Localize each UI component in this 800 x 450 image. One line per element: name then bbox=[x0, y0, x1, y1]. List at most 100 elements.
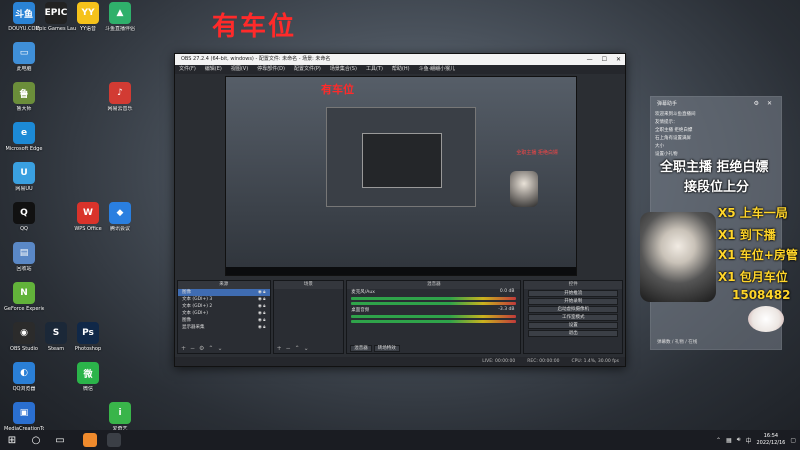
desktop-icon[interactable]: S Steam bbox=[36, 322, 76, 366]
visibility-eye-icon[interactable]: ◉ 🔒︎ bbox=[258, 289, 266, 296]
preview-banner: 有车位 bbox=[321, 83, 354, 96]
obs-menu-item[interactable]: 斗鱼·翩翩小猴儿 bbox=[419, 65, 456, 74]
visibility-eye-icon[interactable]: ◉ 🔒︎ bbox=[258, 296, 266, 303]
preview-avatar bbox=[510, 171, 538, 207]
desktop-icon-label: GeForce Experience bbox=[4, 306, 44, 312]
desktop-icon-label: 微信 bbox=[82, 386, 93, 392]
tab-transitions[interactable]: 转场特效 bbox=[373, 345, 400, 352]
scene-item[interactable]: 文本 (GDI+) ◉ 🔒︎ bbox=[178, 310, 270, 317]
audio-meter bbox=[351, 297, 517, 300]
visibility-eye-icon[interactable]: ◉ 🔒︎ bbox=[258, 317, 266, 324]
promo-line: X1 包月车位 bbox=[718, 270, 788, 284]
desktop-icon-glyph: e bbox=[13, 122, 35, 144]
desktop-icon-label: QQ bbox=[20, 226, 28, 232]
scene-item[interactable]: 图像 ◉ 🔒︎ bbox=[178, 317, 270, 324]
controls-dock: 控件 开始推流 开始录制 启动虚拟摄像机 工作室模式 设置 退出 bbox=[523, 280, 623, 354]
control-button[interactable]: 启动虚拟摄像机 bbox=[528, 306, 618, 313]
visibility-eye-icon[interactable]: ◉ 🔒︎ bbox=[258, 303, 266, 310]
desktop-icon[interactable]: ◆ 腾讯会议 bbox=[100, 202, 140, 246]
scene-item[interactable]: 文本 (GDI+) 2 ◉ 🔒︎ bbox=[178, 303, 270, 310]
sources-dock-controls[interactable]: +−⌃⌄ bbox=[277, 345, 313, 352]
tray-up-arrow-icon[interactable]: ⌃ bbox=[716, 437, 721, 444]
desktop-icon-label: 此电脑 bbox=[16, 66, 32, 72]
douyu-app-icon[interactable] bbox=[83, 433, 97, 447]
close-icon[interactable]: ✕ bbox=[616, 54, 621, 65]
minimize-icon[interactable]: — bbox=[587, 54, 593, 65]
desktop-icon[interactable]: 微微信 bbox=[68, 362, 108, 406]
desktop-icon[interactable]: 鲁鲁大师 bbox=[4, 82, 44, 126]
notification-icon[interactable]: ▢ bbox=[790, 437, 796, 444]
search-button[interactable]: ○ bbox=[24, 430, 48, 450]
desktop-icon-glyph: ◆ bbox=[109, 202, 131, 224]
obs-menu-item[interactable]: 文件(F) bbox=[179, 65, 196, 74]
clock[interactable]: 16:54 2022/12/16 bbox=[757, 433, 786, 447]
desktop-icon-label: 腾讯会议 bbox=[109, 226, 130, 232]
scene-item-name: 图像 bbox=[182, 318, 191, 323]
ime-indicator[interactable]: 中 bbox=[745, 436, 751, 445]
system-tray: ⌃ ▦ 🔊︎ 中 16:54 2022/12/16 ▢ bbox=[716, 430, 796, 450]
obs-title-text: OBS 27.2.4 (64-bit, windows) - 配置文件: 未命名… bbox=[181, 56, 331, 62]
chat-header-icons[interactable]: ⚙ ✕ bbox=[754, 97, 775, 111]
promo-line: 全职主播 拒绝白嫖 bbox=[660, 160, 769, 175]
visibility-eye-icon[interactable]: ◉ 🔒︎ bbox=[258, 324, 266, 331]
taskbar-pinned-apps bbox=[78, 433, 126, 447]
mixer-channel: 麦克风/Aux 0.0 dB bbox=[347, 289, 520, 295]
banner-text: 有车位 bbox=[212, 12, 297, 42]
volume-slider[interactable] bbox=[351, 302, 517, 305]
tab-mixer[interactable]: 混音器 bbox=[350, 345, 372, 352]
obs-menu-item[interactable]: 场景集合(S) bbox=[330, 65, 357, 74]
volume-slider[interactable] bbox=[351, 320, 517, 323]
obs-menu-item[interactable]: 编辑(E) bbox=[205, 65, 222, 74]
streamer-avatar bbox=[640, 212, 716, 302]
scenes-dock-controls[interactable]: +−⚙︎⌃⌄ bbox=[181, 345, 227, 352]
obs-menu-item[interactable]: 帮助(H) bbox=[392, 65, 410, 74]
desktop-icon-glyph: ▭ bbox=[13, 42, 35, 64]
desktop-icon[interactable]: Q QQ bbox=[4, 202, 44, 246]
desktop-icon-glyph: YY bbox=[77, 2, 99, 24]
scenes-dock: 来源 图像 ◉ 🔒︎ 文本 (GDI+) 3 ◉ 🔒︎ 文本 (GDI+) 2 ◉ 🔒︎ 文… bbox=[177, 280, 271, 354]
control-button[interactable]: 开始录制 bbox=[528, 298, 618, 305]
obs-window: OBS 27.2.4 (64-bit, windows) - 配置文件: 未命名… bbox=[174, 53, 626, 367]
windows-start-button[interactable]: ⊞ bbox=[0, 430, 24, 450]
chat-message: 全职主播 拒绝白嫖 bbox=[655, 128, 693, 133]
obs-menu-item[interactable]: 工具(T) bbox=[366, 65, 383, 74]
control-button[interactable]: 退出 bbox=[528, 330, 618, 337]
network-icon[interactable]: ▦ bbox=[726, 437, 732, 444]
chat-message: 友情提示： bbox=[655, 120, 678, 125]
obs-menu-item[interactable]: 视图(V) bbox=[231, 65, 248, 74]
mixer-channel-name: 桌面音频 bbox=[351, 308, 370, 313]
desktop-icon[interactable]: ▤ 回收站 bbox=[4, 242, 44, 286]
obs-menu-item[interactable]: 配置文件(P) bbox=[294, 65, 321, 74]
mixer-dock-header: 混音器 bbox=[347, 281, 521, 289]
scene-item[interactable]: 文本 (GDI+) 3 ◉ 🔒︎ bbox=[178, 296, 270, 303]
promo-line: X5 上车一局 bbox=[718, 206, 788, 220]
desktop-icon-glyph: 斗鱼 bbox=[13, 2, 35, 24]
chat-message: 石上角有设置满屏 bbox=[655, 136, 691, 141]
desktop-icon[interactable]: e Microsoft Edge bbox=[4, 122, 44, 166]
desktop-icon-label: 网易UU bbox=[15, 186, 33, 192]
control-button[interactable]: 开始推流 bbox=[528, 290, 618, 297]
visibility-eye-icon[interactable]: ◉ 🔒︎ bbox=[258, 310, 266, 317]
clock-date: 2022/12/16 bbox=[756, 440, 786, 446]
scene-item[interactable]: 显示器采集 ◉ 🔒︎ bbox=[178, 324, 270, 331]
scene-item[interactable]: 图像 ◉ 🔒︎ bbox=[178, 289, 270, 296]
desktop-icon[interactable]: N GeForce Experience bbox=[4, 282, 44, 326]
desktop-icon[interactable]: ▭ 此电脑 bbox=[4, 42, 44, 86]
clock-time: 16:54 bbox=[763, 433, 779, 439]
status-item: CPU: 1.4%, 30.00 fps bbox=[571, 359, 620, 364]
obs-docks: 来源 图像 ◉ 🔒︎ 文本 (GDI+) 3 ◉ 🔒︎ 文本 (GDI+) 2 ◉ 🔒︎ 文… bbox=[177, 280, 623, 354]
desktop-icon-label: 鲁大师 bbox=[16, 106, 32, 112]
control-button[interactable]: 工作室模式 bbox=[528, 314, 618, 321]
desktop-icon[interactable]: ◐ QQ浏览器 bbox=[4, 362, 44, 406]
desktop-icon[interactable]: ▲ 斗鱼直播伴侣 bbox=[100, 2, 140, 46]
obs-menu-item[interactable]: 停靠部件(D) bbox=[257, 65, 285, 74]
desktop-icon[interactable]: ♪ 网易云音乐 bbox=[100, 82, 140, 126]
control-button[interactable]: 设置 bbox=[528, 322, 618, 329]
taskbar: ⊞ ○ ▭ ⌃ ▦ 🔊︎ 中 16:54 2022/12/16 ▢ bbox=[0, 430, 800, 450]
volume-icon[interactable]: 🔊︎ bbox=[737, 436, 741, 444]
obs-app-icon[interactable] bbox=[107, 433, 121, 447]
task-view-button[interactable]: ▭ bbox=[48, 430, 72, 450]
desktop-icon[interactable]: U 网易UU bbox=[4, 162, 44, 206]
obs-preview[interactable]: 有车位 全职主播 拒绝白嫖 bbox=[225, 76, 577, 276]
maximize-icon[interactable]: ☐ bbox=[602, 54, 607, 65]
